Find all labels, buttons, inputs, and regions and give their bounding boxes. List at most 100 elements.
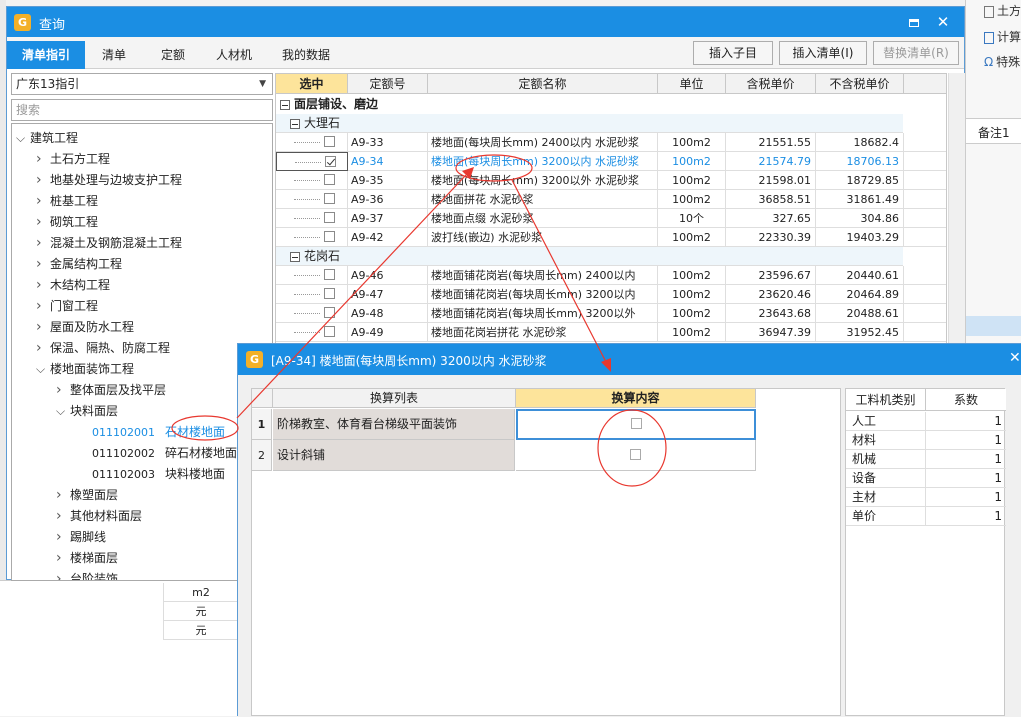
row-checkbox[interactable] (324, 212, 335, 223)
chevron-right-icon[interactable]: › (36, 317, 50, 338)
tree-node[interactable]: › 混凝土及钢筋混凝土工程 (36, 233, 182, 254)
column-header-code[interactable]: 定额号 (348, 74, 428, 94)
quota-row[interactable]: A9-46 楼地面铺花岗岩(每块周长mm) 2400以内 100m2 23596.67… (276, 266, 946, 285)
dialog-titlebar[interactable]: G [A9-34] 楼地面(每块周长mm) 3200以内 水泥砂浆 ✕ (238, 344, 1021, 375)
coefficient-row[interactable]: 机械 1 (846, 450, 1006, 469)
select-cell[interactable] (276, 323, 348, 342)
dialog-close-icon[interactable]: ✕ (1009, 350, 1021, 366)
row-checkbox[interactable] (324, 269, 335, 280)
row-checkbox[interactable] (324, 231, 335, 242)
coefficient-row[interactable]: 单价 1 (846, 507, 1006, 526)
maximize-button[interactable] (903, 12, 925, 32)
chevron-right-icon[interactable]: › (36, 296, 50, 317)
coefficient-value[interactable]: 1 (926, 431, 1006, 450)
chevron-down-icon[interactable]: ⌵ (16, 128, 30, 149)
group-row[interactable]: 大理石 (290, 114, 340, 133)
tree-node[interactable]: › 砌筑工程 (36, 212, 98, 233)
select-cell[interactable] (276, 304, 348, 323)
row-checkbox[interactable] (324, 307, 335, 318)
chevron-down-icon[interactable]: ⌵ (36, 359, 50, 380)
quota-row[interactable]: A9-42 波打线(嵌边) 水泥砂浆 100m2 22330.39 19403.29 (276, 228, 946, 247)
tree-node[interactable]: › 其他材料面层 (56, 506, 142, 527)
column-header-unit[interactable]: 单位 (658, 74, 726, 94)
column-header-selected[interactable]: 选中 (276, 74, 348, 94)
insert-list-button[interactable]: 插入清单(I) (779, 41, 867, 65)
row-checkbox[interactable] (324, 174, 335, 185)
select-cell[interactable] (276, 190, 348, 209)
tree-node[interactable]: ⌵ 楼地面装饰工程 (36, 359, 134, 380)
tree-node[interactable]: › 踢脚线 (56, 527, 106, 548)
quota-row[interactable]: A9-48 楼地面铺花岗岩(每块周长mm) 3200以外 100m2 23643.68… (276, 304, 946, 323)
select-cell[interactable] (276, 209, 348, 228)
tree-node[interactable]: › 整体面层及找平层 (56, 380, 166, 401)
chevron-right-icon[interactable]: › (56, 548, 70, 569)
quota-row[interactable]: A9-36 楼地面拼花 水泥砂浆 100m2 36858.51 31861.49 (276, 190, 946, 209)
column-header-tax-price[interactable]: 含税单价 (726, 74, 816, 94)
background-tool-3[interactable]: Ω 特殊 (984, 53, 1020, 70)
chevron-right-icon[interactable]: › (36, 254, 50, 275)
row-checkbox[interactable] (325, 156, 336, 167)
tab-list-guide[interactable]: 清单指引 (7, 41, 85, 69)
background-tool-2[interactable]: 计算 (984, 28, 1021, 45)
chevron-right-icon[interactable]: › (56, 485, 70, 506)
tree-node[interactable]: › 土石方工程 (36, 149, 110, 170)
chevron-right-icon[interactable]: › (36, 275, 50, 296)
quota-row[interactable]: A9-37 楼地面点缀 水泥砂浆 10个 327.65 304.86 (276, 209, 946, 228)
window-titlebar[interactable]: G 查询 ✕ (7, 7, 964, 37)
quota-row[interactable]: A9-33 楼地面(每块周长mm) 2400以内 水泥砂浆 100m2 21551.5… (276, 133, 946, 152)
row-checkbox[interactable] (324, 288, 335, 299)
coefficient-value[interactable]: 1 (926, 412, 1006, 431)
chevron-right-icon[interactable]: › (56, 527, 70, 548)
select-cell[interactable] (276, 133, 348, 152)
chevron-right-icon[interactable]: › (56, 569, 70, 580)
chevron-down-icon[interactable]: ⌵ (56, 401, 70, 422)
tab-labor-material-machine[interactable]: 人材机 (203, 41, 265, 69)
tree-node[interactable]: › 台阶装饰 (56, 569, 118, 580)
chevron-right-icon[interactable]: › (56, 380, 70, 401)
coefficient-row[interactable]: 主材 1 (846, 488, 1006, 507)
coefficient-row[interactable]: 人工 1 (846, 412, 1006, 431)
replace-list-button[interactable]: 替换清单(R) (873, 41, 959, 65)
coefficient-value[interactable]: 1 (926, 507, 1006, 526)
quota-row[interactable]: A9-49 楼地面花岗岩拼花 水泥砂浆 100m2 36947.39 31952.45 (276, 323, 946, 342)
collapse-icon[interactable] (290, 118, 300, 129)
tree-node[interactable]: › 屋面及防水工程 (36, 317, 134, 338)
insert-child-button[interactable]: 插入子目 (693, 41, 773, 65)
conversion-content-cell[interactable] (516, 440, 756, 471)
row-checkbox[interactable] (324, 193, 335, 204)
tree-node[interactable]: 011102001 石材楼地面 (92, 422, 225, 443)
section-row[interactable]: 面层铺设、磨边 (280, 95, 378, 114)
tree-node[interactable]: › 桩基工程 (36, 191, 98, 212)
conversion-checkbox[interactable] (630, 418, 642, 429)
select-cell[interactable] (276, 171, 348, 190)
row-checkbox[interactable] (324, 136, 335, 147)
background-tool-1[interactable]: 土方 (984, 2, 1021, 19)
search-input[interactable]: 搜索 (11, 99, 273, 121)
tree-node[interactable]: › 木结构工程 (36, 275, 110, 296)
group-row[interactable]: 花岗石 (290, 247, 340, 266)
column-header-net-price[interactable]: 不含税单价 (816, 74, 904, 94)
chevron-right-icon[interactable]: › (36, 233, 50, 254)
quota-row[interactable]: A9-34 楼地面(每块周长mm) 3200以内 水泥砂浆 100m2 21574.7… (276, 152, 946, 171)
collapse-icon[interactable] (280, 99, 290, 110)
chevron-right-icon[interactable]: › (36, 149, 50, 170)
tree-node[interactable]: › 橡塑面层 (56, 485, 118, 506)
tree-node[interactable]: ⌵ 块料面层 (56, 401, 118, 422)
tree-node[interactable]: ⌵ 建筑工程 (16, 128, 78, 149)
tree-node[interactable]: › 楼梯面层 (56, 548, 118, 569)
tree-node[interactable]: › 地基处理与边坡支护工程 (36, 170, 182, 191)
tab-my-data[interactable]: 我的数据 (269, 41, 343, 69)
tab-list[interactable]: 清单 (87, 41, 141, 69)
select-cell[interactable] (276, 152, 348, 171)
close-button[interactable]: ✕ (932, 12, 954, 32)
chevron-right-icon[interactable]: › (36, 170, 50, 191)
tree-node[interactable]: › 门窗工程 (36, 296, 98, 317)
chevron-right-icon[interactable]: › (36, 191, 50, 212)
coefficient-value[interactable]: 1 (926, 488, 1006, 507)
tree-node[interactable]: 011102002 碎石材楼地面 (92, 443, 237, 464)
tree-node[interactable]: › 保温、隔热、防腐工程 (36, 338, 170, 359)
select-cell[interactable] (276, 285, 348, 304)
tab-quota[interactable]: 定额 (145, 41, 201, 69)
chevron-right-icon[interactable]: › (36, 338, 50, 359)
conversion-content-cell[interactable] (516, 409, 756, 440)
